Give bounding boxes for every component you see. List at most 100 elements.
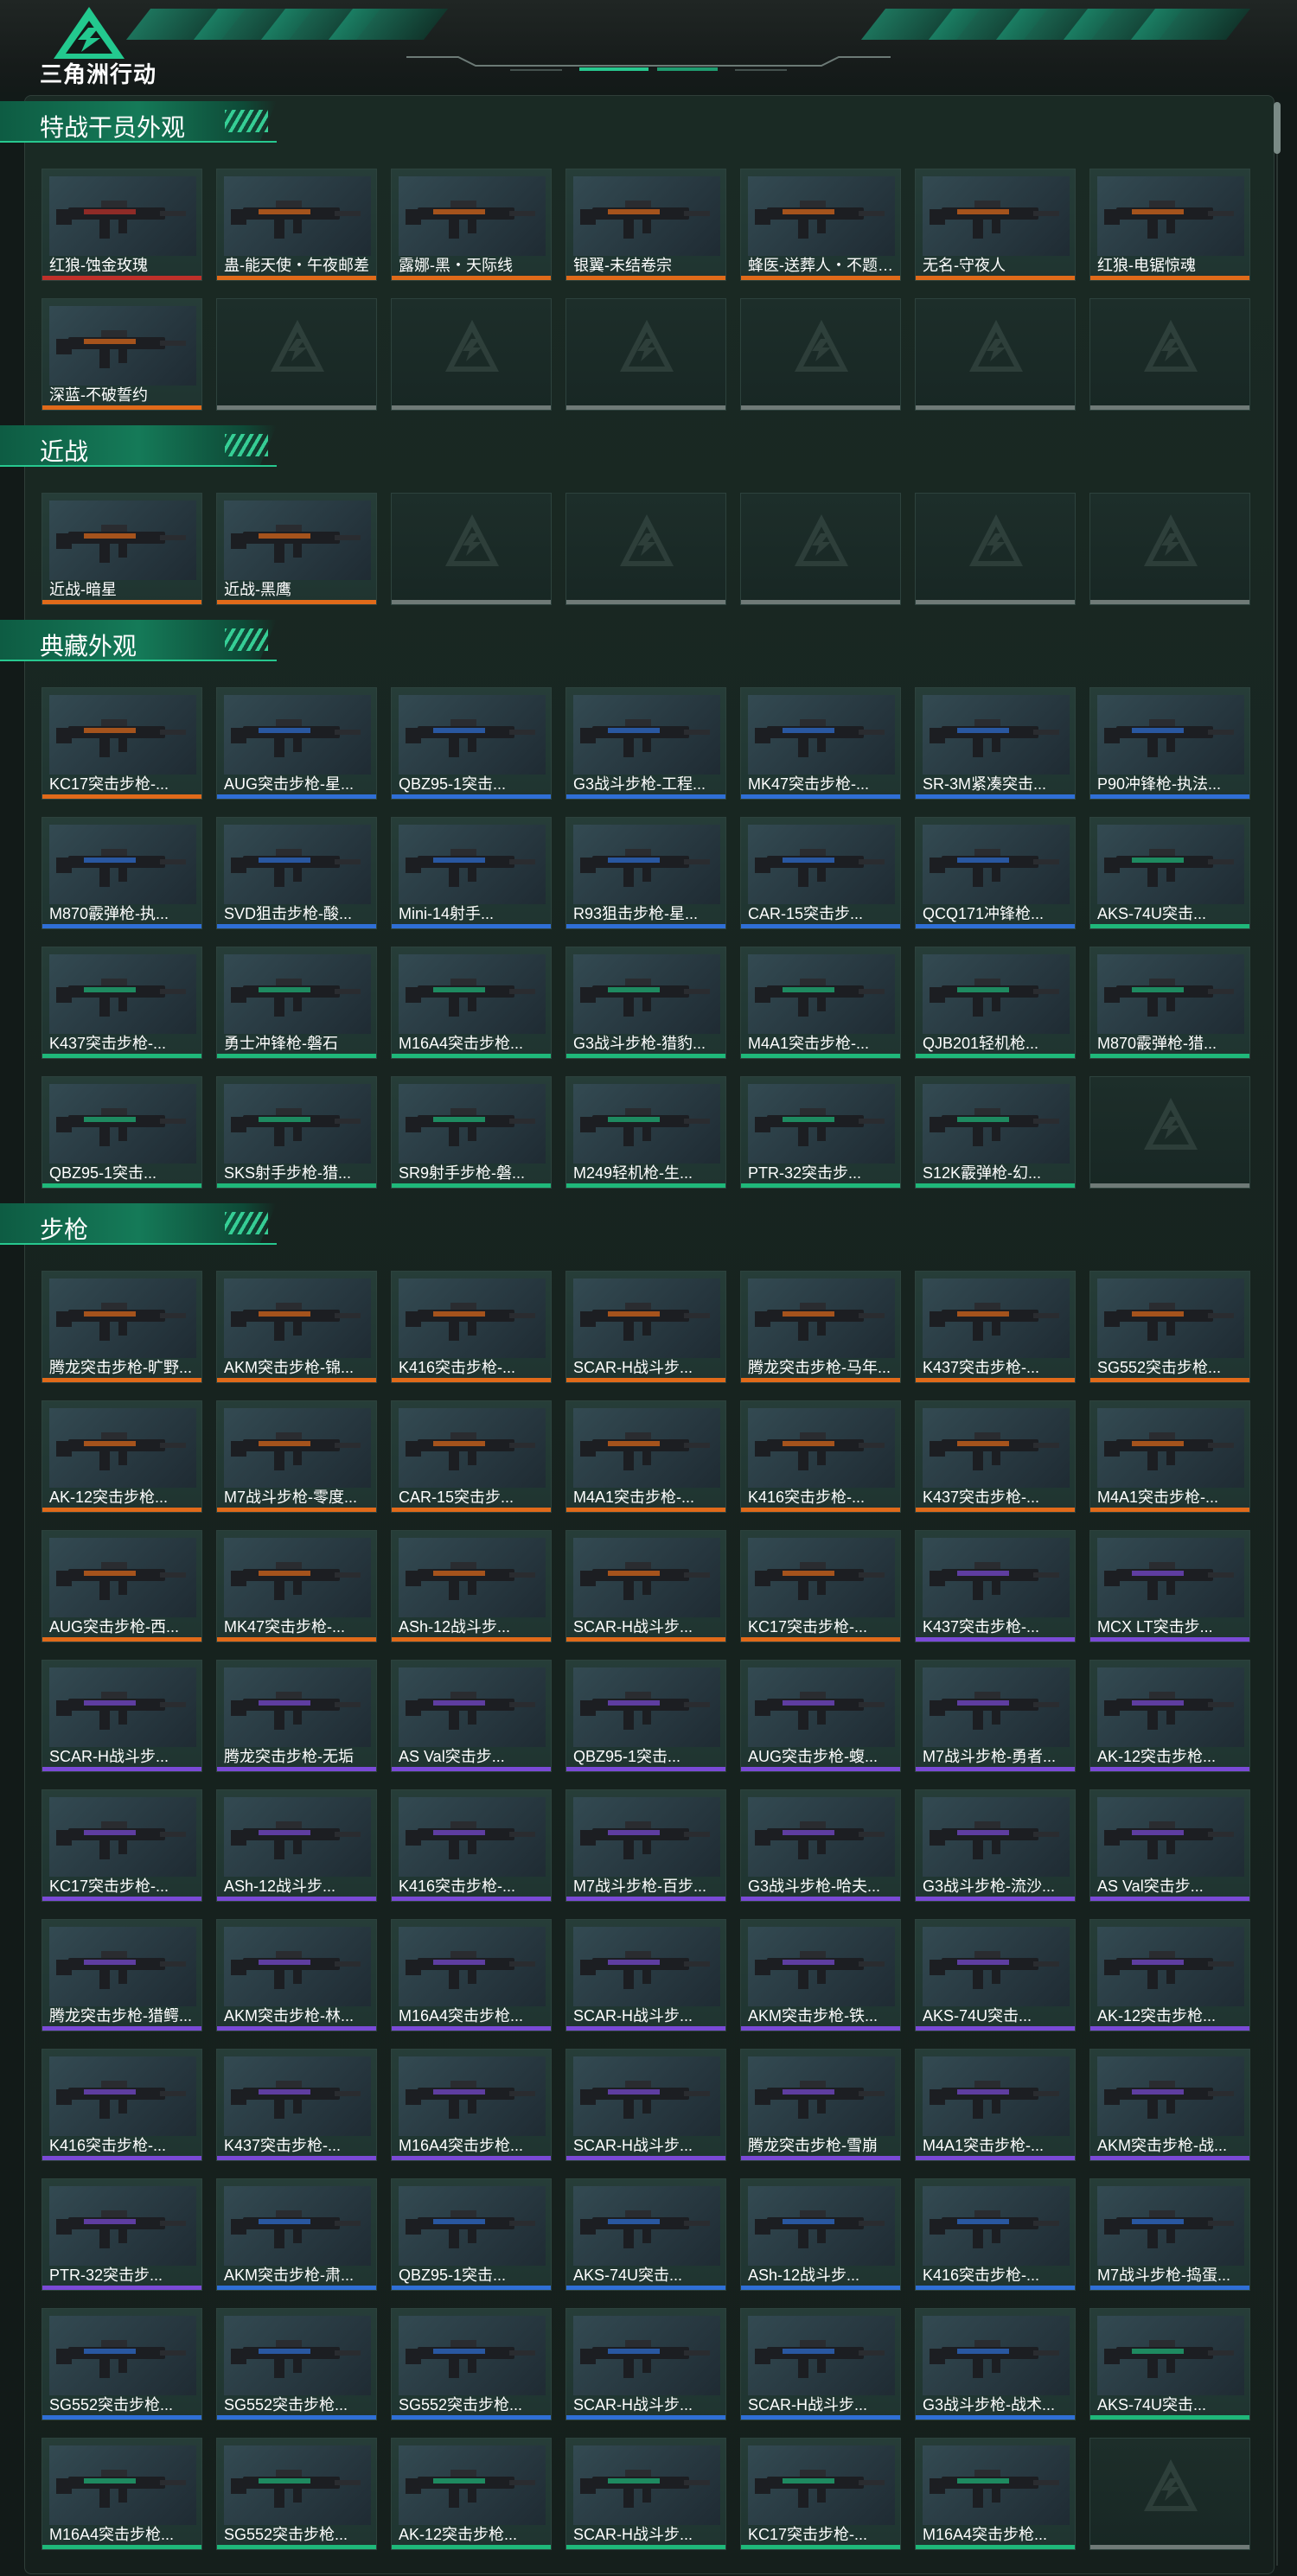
skin-card[interactable]: AUG突击步枪-蝮... <box>740 1660 901 1772</box>
skin-card[interactable]: 银翼-未结卷宗 <box>565 169 726 281</box>
skin-card[interactable]: 近战-黑鹰 <box>216 493 377 605</box>
skin-card[interactable]: AKS-74U突击... <box>565 2178 726 2291</box>
skin-card[interactable]: 红狼-蚀金玫瑰 <box>42 169 202 281</box>
skin-card[interactable]: AKM突击步枪-锦... <box>216 1271 377 1383</box>
skin-card[interactable]: 腾龙突击步枪-雪崩 <box>740 2049 901 2161</box>
skin-card[interactable]: S12K霰弹枪-幻... <box>915 1076 1076 1189</box>
skin-card[interactable]: CAR-15突击步... <box>740 817 901 929</box>
skin-card[interactable]: M7战斗步枪-勇者... <box>915 1660 1076 1772</box>
skin-card[interactable]: SVD狙击步枪-酸... <box>216 817 377 929</box>
skin-card[interactable]: 蜂医-送葬人・不题写的碑文 <box>740 169 901 281</box>
skin-card[interactable]: 腾龙突击步枪-旷野... <box>42 1271 202 1383</box>
skin-card[interactable]: AKM突击步枪-铁... <box>740 1919 901 2031</box>
skin-card[interactable]: 蛊-能天使・午夜邮差 <box>216 169 377 281</box>
skin-card[interactable]: K437突击步枪-... <box>42 947 202 1059</box>
skin-card[interactable]: AS Val突击步... <box>391 1660 552 1772</box>
skin-card[interactable]: ASh-12战斗步... <box>740 2178 901 2291</box>
skin-card[interactable]: KC17突击步枪-... <box>740 2438 901 2550</box>
skin-card[interactable]: M870霰弹枪-执... <box>42 817 202 929</box>
skin-card[interactable]: MCX LT突击步... <box>1089 1530 1250 1642</box>
skin-card[interactable]: 腾龙突击步枪-马年... <box>740 1271 901 1383</box>
skin-card[interactable]: AUG突击步枪-星... <box>216 687 377 800</box>
skin-card[interactable]: KC17突击步枪-... <box>42 687 202 800</box>
skin-card[interactable]: K437突击步枪-... <box>915 1400 1076 1513</box>
skin-card[interactable]: KC17突击步枪-... <box>42 1789 202 1902</box>
skin-card[interactable]: K437突击步枪-... <box>915 1271 1076 1383</box>
skin-card[interactable]: G3战斗步枪-战术... <box>915 2308 1076 2420</box>
skin-card[interactable]: K416突击步枪-... <box>391 1789 552 1902</box>
skin-card[interactable]: SCAR-H战斗步... <box>565 1530 726 1642</box>
skin-card[interactable]: SR-3M紧凑突击... <box>915 687 1076 800</box>
skin-card[interactable]: M7战斗步枪-捣蛋... <box>1089 2178 1250 2291</box>
skin-card[interactable]: M16A4突击步枪... <box>391 947 552 1059</box>
skin-card[interactable]: AKS-74U突击... <box>1089 817 1250 929</box>
skin-card[interactable]: QCQ171冲锋枪... <box>915 817 1076 929</box>
skin-card[interactable]: AKM突击步枪-林... <box>216 1919 377 2031</box>
skin-card[interactable]: 腾龙突击步枪-猎鳄... <box>42 1919 202 2031</box>
skin-card[interactable]: AKM突击步枪-战... <box>1089 2049 1250 2161</box>
skin-card[interactable]: CAR-15突击步... <box>391 1400 552 1513</box>
skin-card[interactable]: P90冲锋枪-执法... <box>1089 687 1250 800</box>
skin-card[interactable]: QBZ95-1突击... <box>391 2178 552 2291</box>
skin-card[interactable]: SCAR-H战斗步... <box>565 2049 726 2161</box>
skin-card[interactable]: AK-12突击步枪... <box>1089 1919 1250 2031</box>
skin-card[interactable]: SCAR-H战斗步... <box>565 2308 726 2420</box>
skin-card[interactable]: QBZ95-1突击... <box>42 1076 202 1189</box>
skin-card[interactable]: M16A4突击步枪... <box>391 2049 552 2161</box>
skin-card[interactable]: AKS-74U突击... <box>915 1919 1076 2031</box>
skin-card[interactable]: Mini-14射手... <box>391 817 552 929</box>
skin-card[interactable]: M7战斗步枪-零度... <box>216 1400 377 1513</box>
skin-card[interactable]: M7战斗步枪-百步... <box>565 1789 726 1902</box>
skin-card[interactable]: SG552突击步枪... <box>391 2308 552 2420</box>
skin-card[interactable]: SG552突击步枪... <box>216 2438 377 2550</box>
skin-card[interactable]: K416突击步枪-... <box>391 1271 552 1383</box>
skin-card[interactable]: G3战斗步枪-流沙... <box>915 1789 1076 1902</box>
skin-card[interactable]: QJB201轻机枪... <box>915 947 1076 1059</box>
skin-card[interactable]: AK-12突击步枪... <box>42 1400 202 1513</box>
skin-card[interactable]: QBZ95-1突击... <box>391 687 552 800</box>
skin-card[interactable]: M4A1突击步枪-... <box>740 947 901 1059</box>
skin-card[interactable]: 腾龙突击步枪-无垢 <box>216 1660 377 1772</box>
skin-card[interactable]: ASh-12战斗步... <box>391 1530 552 1642</box>
skin-card[interactable]: SG552突击步枪... <box>42 2308 202 2420</box>
skin-card[interactable]: M4A1突击步枪-... <box>915 2049 1076 2161</box>
skin-card[interactable]: K437突击步枪-... <box>915 1530 1076 1642</box>
skin-card[interactable]: MK47突击步枪-... <box>216 1530 377 1642</box>
skin-card[interactable]: SR9射手步枪-磐... <box>391 1076 552 1189</box>
skin-card[interactable]: MK47突击步枪-... <box>740 687 901 800</box>
skin-card[interactable]: AK-12突击步枪... <box>391 2438 552 2550</box>
skin-card[interactable]: KC17突击步枪-... <box>740 1530 901 1642</box>
skin-card[interactable]: K416突击步枪-... <box>740 1400 901 1513</box>
skin-card[interactable]: AKM突击步枪-肃... <box>216 2178 377 2291</box>
skin-card[interactable]: 近战-暗星 <box>42 493 202 605</box>
skin-card[interactable]: AS Val突击步... <box>1089 1789 1250 1902</box>
skin-card[interactable]: SCAR-H战斗步... <box>565 1271 726 1383</box>
skin-card[interactable]: QBZ95-1突击... <box>565 1660 726 1772</box>
skin-card[interactable]: 露娜-黑・天际线 <box>391 169 552 281</box>
skin-card[interactable]: 无名-守夜人 <box>915 169 1076 281</box>
skin-card[interactable]: 勇士冲锋枪-磐石 <box>216 947 377 1059</box>
skin-card[interactable]: 深蓝-不破誓约 <box>42 298 202 411</box>
skin-card[interactable]: AUG突击步枪-西... <box>42 1530 202 1642</box>
skin-card[interactable]: K416突击步枪-... <box>42 2049 202 2161</box>
scrollbar[interactable] <box>1274 102 1281 2566</box>
skin-card[interactable]: SG552突击步枪... <box>1089 1271 1250 1383</box>
skin-card[interactable]: SCAR-H战斗步... <box>565 1919 726 2031</box>
skin-card[interactable]: K437突击步枪-... <box>216 2049 377 2161</box>
skin-card[interactable]: M4A1突击步枪-... <box>565 1400 726 1513</box>
skin-card[interactable]: M16A4突击步枪... <box>915 2438 1076 2550</box>
skin-card[interactable]: R93狙击步枪-星... <box>565 817 726 929</box>
skin-card[interactable]: SKS射手步枪-猎... <box>216 1076 377 1189</box>
skin-card[interactable]: G3战斗步枪-猎豹... <box>565 947 726 1059</box>
skin-card[interactable]: PTR-32突击步... <box>42 2178 202 2291</box>
skin-card[interactable]: AK-12突击步枪... <box>1089 1660 1250 1772</box>
skin-card[interactable]: 红狼-电锯惊魂 <box>1089 169 1250 281</box>
skin-card[interactable]: ASh-12战斗步... <box>216 1789 377 1902</box>
skin-card[interactable]: SCAR-H战斗步... <box>740 2308 901 2420</box>
skin-card[interactable]: M870霰弹枪-猎... <box>1089 947 1250 1059</box>
skin-card[interactable]: M4A1突击步枪-... <box>1089 1400 1250 1513</box>
skin-card[interactable]: M16A4突击步枪... <box>42 2438 202 2550</box>
skin-card[interactable]: SG552突击步枪... <box>216 2308 377 2420</box>
skin-card[interactable]: M16A4突击步枪... <box>391 1919 552 2031</box>
skin-card[interactable]: AKS-74U突击... <box>1089 2308 1250 2420</box>
